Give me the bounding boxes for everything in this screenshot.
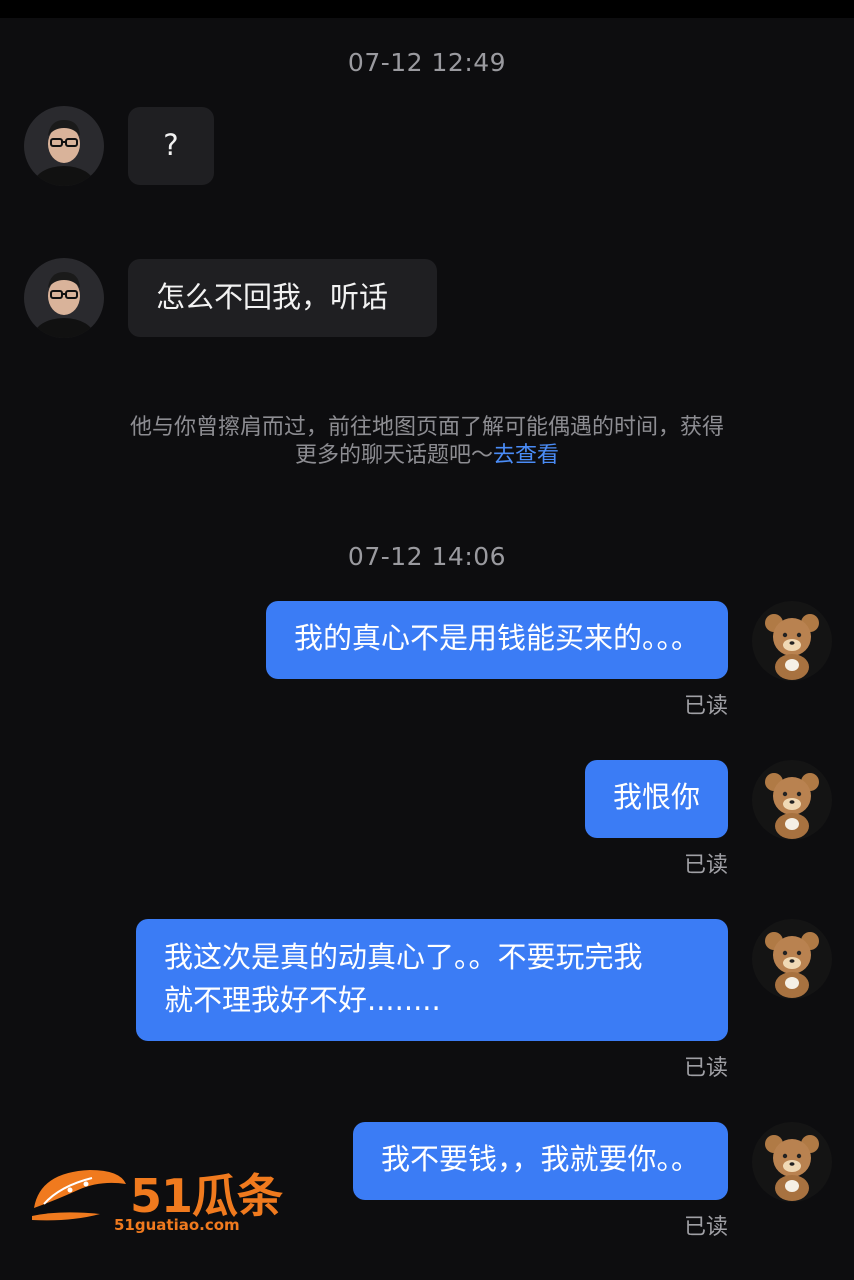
message-text: 怎么不回我，听话 [156,280,389,314]
read-status: 已读 [683,853,728,878]
outgoing-message[interactable]: 我这次是真的动真心了。。不要玩完我 就不理我好不好........ [136,919,728,1041]
outgoing-message[interactable]: 我恨你 [584,760,728,838]
status-bar-strip [0,0,854,18]
message-text: 就不理我好不好........ [164,983,441,1017]
view-map-link[interactable]: 去查看 [493,443,559,468]
read-status: 已读 [683,694,728,719]
watermark-logo: 51瓜条 51guatiao.com [30,1158,300,1240]
system-notice-line: 他与你曾擦肩而过，前往地图页面了解可能偶遇的时间，获得 [129,415,724,440]
teddy-bear-avatar-icon [752,919,832,999]
contact-avatar[interactable] [24,106,104,186]
message-text: 我这次是真的动真心了。。不要玩完我 [164,940,643,974]
teddy-bear-avatar-icon [752,601,832,681]
self-avatar[interactable] [752,919,832,999]
timestamp: 07-12 12:49 [347,48,507,77]
message-text: 我恨你 [612,780,700,814]
self-avatar[interactable] [752,601,832,681]
man-with-glasses-avatar-icon [24,106,104,186]
incoming-message[interactable]: ? [128,107,214,185]
teddy-bear-avatar-icon [752,1122,832,1202]
teddy-bear-avatar-icon [752,760,832,840]
incoming-message[interactable]: 怎么不回我，听话 [128,259,437,337]
message-text: 我不要钱，，我就要你。。 [380,1142,700,1176]
message-text: ? [163,128,179,162]
read-status: 已读 [683,1215,728,1240]
outgoing-message[interactable]: 我不要钱，，我就要你。。 [352,1122,728,1200]
self-avatar[interactable] [752,760,832,840]
contact-avatar[interactable] [24,258,104,338]
man-with-glasses-avatar-icon [24,258,104,338]
system-notice-line: 更多的聊天话题吧～ [294,443,493,468]
self-avatar[interactable] [752,1122,832,1202]
read-status: 已读 [683,1056,728,1081]
timestamp: 07-12 14:06 [347,542,507,571]
system-notice: 他与你曾擦肩而过，前往地图页面了解可能偶遇的时间，获得 更多的聊天话题吧～去查看 [100,414,754,470]
message-text: 我的真心不是用钱能买来的。。。 [293,621,700,655]
outgoing-message[interactable]: 我的真心不是用钱能买来的。。。 [265,601,728,679]
watermark-url: 51guatiao.com [114,1216,240,1234]
